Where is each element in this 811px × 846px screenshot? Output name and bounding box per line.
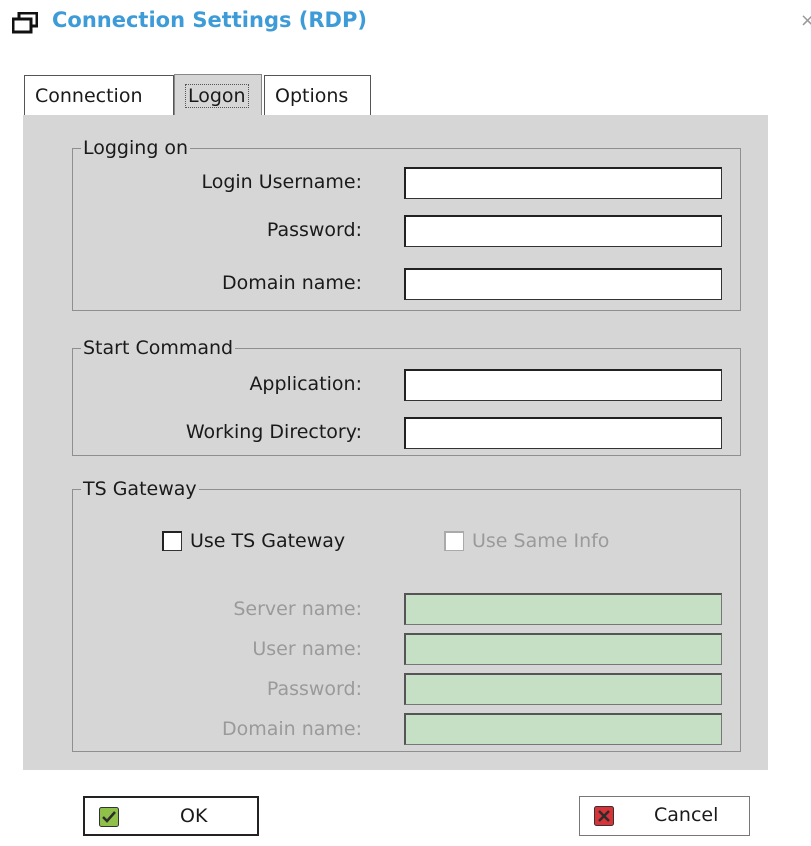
login-username-label: Login Username: (201, 171, 362, 193)
gateway-user-name-input[interactable] (404, 633, 722, 665)
x-icon (594, 806, 614, 826)
ts-gateway-legend: TS Gateway (81, 477, 199, 501)
gateway-server-name-label: Server name: (233, 598, 362, 620)
cancel-button-label: Cancel (654, 804, 719, 826)
use-same-info-label: Use Same Info (472, 530, 610, 552)
tab-connection[interactable]: Connection (24, 75, 174, 115)
start-command-legend: Start Command (81, 336, 236, 360)
use-same-info-checkbox[interactable]: Use Same Info (444, 530, 609, 552)
ok-button[interactable]: OK (83, 796, 259, 836)
use-ts-gateway-box[interactable] (162, 531, 182, 551)
working-directory-label: Working Directory: (185, 421, 362, 443)
gateway-password-input[interactable] (404, 673, 722, 705)
application-label: Application: (249, 373, 362, 395)
password-label: Password: (266, 219, 362, 241)
application-input[interactable] (404, 369, 722, 401)
logging-on-legend: Logging on (81, 136, 191, 160)
login-username-input[interactable] (404, 167, 722, 199)
domain-name-input[interactable] (404, 268, 722, 300)
tab-logon-label: Logon (185, 83, 249, 108)
gateway-server-name-input[interactable] (404, 593, 722, 625)
working-directory-input[interactable] (404, 417, 722, 449)
title-bar: Connection Settings (RDP) × (0, 0, 811, 50)
close-icon[interactable]: × (800, 10, 811, 31)
tab-options-label: Options (275, 84, 349, 107)
window-icon (12, 12, 38, 34)
ok-button-label: OK (180, 805, 208, 827)
check-icon (99, 807, 119, 827)
gateway-user-name-label: User name: (252, 638, 362, 660)
tab-logon[interactable]: Logon (174, 74, 262, 116)
start-command-group: Start Command Application: Working Direc… (72, 336, 741, 456)
logging-on-group: Logging on Login Username: Password: Dom… (72, 136, 741, 311)
gateway-password-label: Password: (266, 678, 362, 700)
use-ts-gateway-checkbox[interactable]: Use TS Gateway (162, 530, 345, 552)
logon-panel: Logging on Login Username: Password: Dom… (23, 115, 768, 770)
ts-gateway-group: TS Gateway Use TS Gateway Use Same Info … (72, 477, 741, 752)
tab-options[interactable]: Options (264, 75, 371, 115)
domain-name-label: Domain name: (221, 272, 362, 294)
gateway-domain-name-label: Domain name: (221, 718, 362, 740)
password-input[interactable] (404, 215, 722, 247)
use-same-info-box[interactable] (444, 531, 464, 551)
cancel-button[interactable]: Cancel (579, 796, 750, 836)
gateway-domain-name-input[interactable] (404, 713, 722, 745)
window-title: Connection Settings (RDP) (52, 8, 367, 32)
tab-connection-label: Connection (35, 84, 143, 107)
use-ts-gateway-label: Use TS Gateway (190, 530, 346, 552)
